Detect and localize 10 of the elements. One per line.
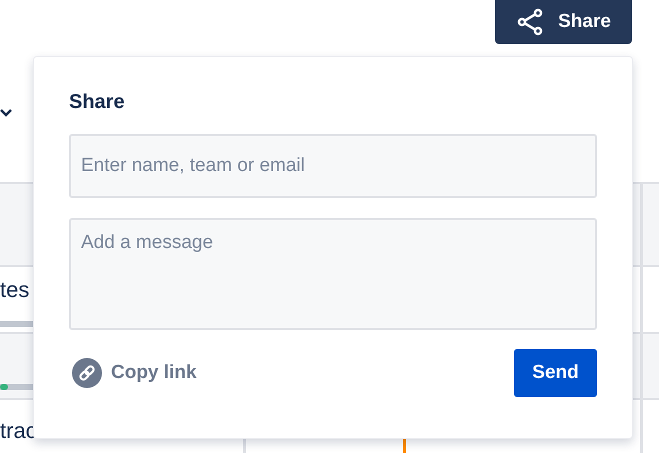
popover-title: Share xyxy=(69,91,126,114)
share-button[interactable]: Share xyxy=(495,0,632,44)
send-button[interactable]: Send xyxy=(514,349,597,397)
recipient-field[interactable]: Enter name, team or email xyxy=(69,134,597,198)
chevron-down-icon[interactable] xyxy=(0,108,14,118)
link-icon xyxy=(72,358,102,388)
copy-link-button[interactable]: Copy link xyxy=(69,358,197,388)
message-field[interactable]: Add a message xyxy=(69,218,597,330)
share-icon xyxy=(516,8,544,36)
row-text: tes xyxy=(0,277,30,303)
